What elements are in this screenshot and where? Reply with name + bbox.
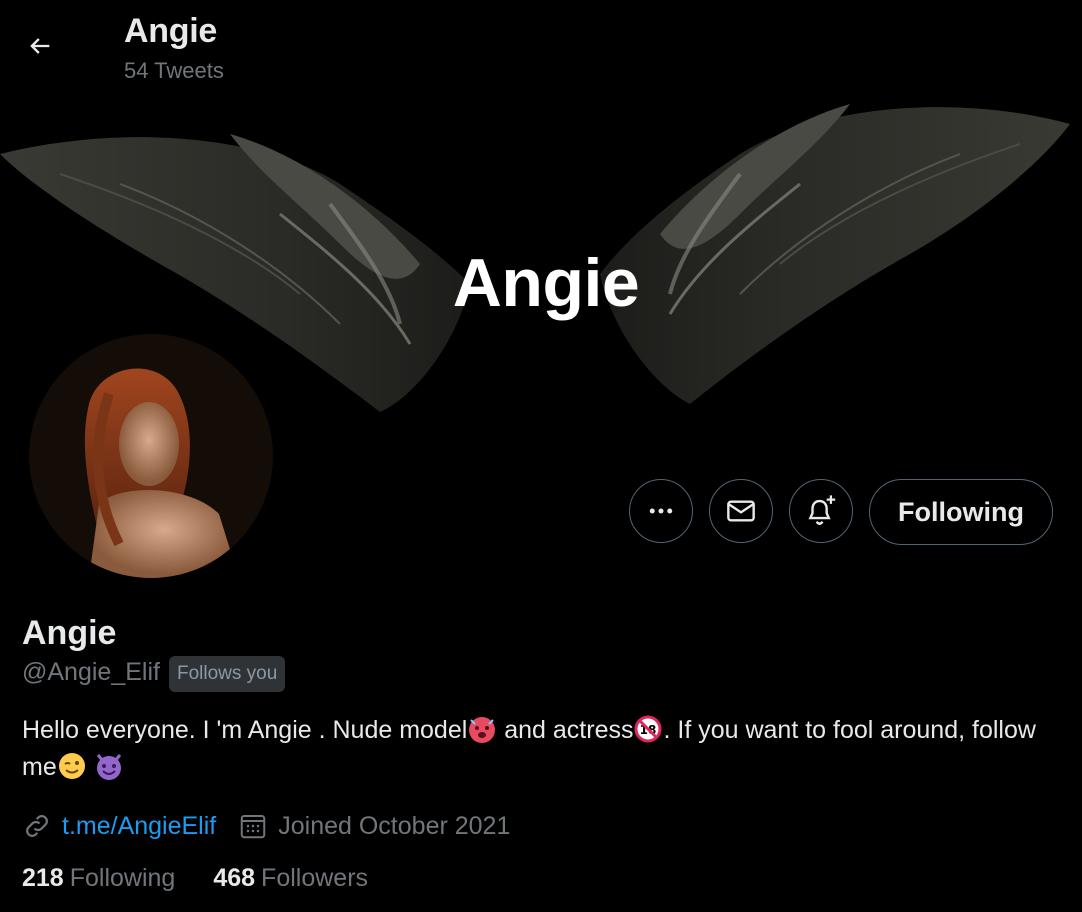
follow-stats: 218 Following 468 Followers bbox=[22, 864, 406, 893]
tweet-count: 54 Tweets bbox=[124, 58, 224, 83]
winking-face-emoji bbox=[58, 753, 85, 779]
profile-link[interactable]: t.me/AngieElif bbox=[62, 812, 216, 841]
followers-count: 468 bbox=[213, 864, 256, 892]
bell-plus-icon bbox=[808, 495, 836, 525]
following-stat[interactable]: 218 Following bbox=[22, 864, 175, 893]
profile-header: Angie 54 Tweets bbox=[0, 0, 1082, 94]
following-button[interactable]: Following bbox=[869, 479, 1053, 545]
followers-stat[interactable]: 468 Followers bbox=[213, 864, 368, 893]
hot-face-emoji bbox=[469, 717, 496, 743]
profile-photo bbox=[29, 334, 273, 578]
profile-page: Angie Angie 54 Tweets Following Angie @A… bbox=[0, 0, 1082, 912]
display-name: Angie bbox=[22, 614, 117, 652]
header-title: Angie bbox=[124, 12, 217, 50]
bio: Hello everyone. I 'm Angie . Nude model … bbox=[22, 712, 1042, 786]
arrow-left-icon bbox=[30, 38, 50, 54]
smiling-devil-emoji bbox=[96, 754, 121, 780]
following-count: 218 bbox=[22, 864, 64, 892]
back-button[interactable] bbox=[20, 26, 60, 66]
bio-text-2: and actress bbox=[497, 716, 634, 744]
banner-title: Angie bbox=[452, 245, 640, 321]
handle: @Angie_Elif bbox=[22, 658, 160, 686]
profile-meta: t.me/AngieElif Joined October 2021 bbox=[22, 806, 510, 846]
following-label: Following bbox=[69, 864, 176, 892]
notify-button[interactable] bbox=[789, 479, 853, 543]
joined-date: Joined October 2021 bbox=[278, 811, 511, 840]
followers-label: Followers bbox=[261, 864, 369, 892]
no-under-18-emoji: 18 bbox=[634, 715, 662, 743]
more-dots-icon bbox=[649, 508, 673, 514]
avatar[interactable] bbox=[29, 334, 273, 578]
link-icon bbox=[26, 815, 48, 837]
bio-text-1: Hello everyone. I 'm Angie . Nude model bbox=[22, 716, 468, 744]
more-button[interactable] bbox=[629, 479, 693, 543]
envelope-icon bbox=[727, 500, 755, 522]
calendar-icon bbox=[241, 815, 266, 839]
follows-you-badge: Follows you bbox=[169, 656, 286, 692]
message-button[interactable] bbox=[709, 479, 773, 543]
